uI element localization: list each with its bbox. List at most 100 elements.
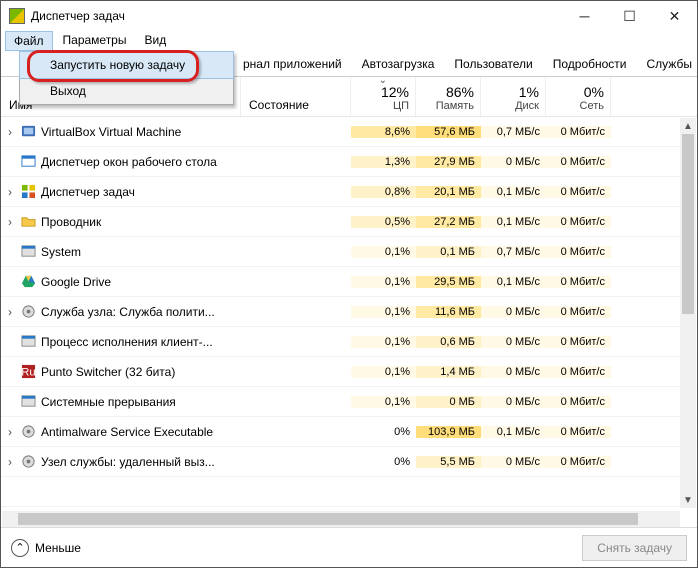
titlebar[interactable]: Диспетчер задач ─ ☐ ✕ [1,1,697,31]
tab-users[interactable]: Пользователи [444,53,542,76]
horizontal-scrollbar[interactable] [2,511,680,527]
col-state[interactable]: Состояние [241,77,351,116]
disk-cell: 0 МБ/с [481,156,546,168]
process-name: Google Drive [41,275,241,289]
cpu-cell: 0,1% [351,276,416,288]
tab-details[interactable]: Подробности [543,53,637,76]
disk-cell: 0,1 МБ/с [481,186,546,198]
cpu-cell: 8,6% [351,126,416,138]
process-icon [19,484,37,500]
network-cell: 0 Мбит/с [546,426,611,438]
scroll-thumb-v[interactable] [682,134,694,314]
vertical-scrollbar[interactable]: ▲ ▼ [680,118,696,508]
process-row[interactable]: › VirtualBox Virtual Machine 8,6%57,6 МБ0,… [1,117,697,147]
fewer-details-button[interactable]: ⌃ Меньше [11,539,81,557]
col-cpu[interactable]: ⌄ 12% ЦП [351,77,416,116]
network-cell: 0 Мбит/с [546,396,611,408]
tab-startup[interactable]: Автозагрузка [352,53,445,76]
end-task-button[interactable]: Снять задачу [582,535,687,561]
network-cell: 0 Мбит/с [546,216,611,228]
process-name: Punto Switcher (32 бита) [41,365,241,379]
memory-cell: 5,5 МБ [416,456,481,468]
network-cell: 0 Мбит/с [546,306,611,318]
memory-cell: 1,4 МБ [416,366,481,378]
process-icon [19,304,37,320]
process-icon [19,124,37,140]
disk-cell: 0 МБ/с [481,396,546,408]
process-name: Диспетчер окон рабочего стола [41,155,241,169]
expand-icon[interactable]: › [1,125,19,139]
col-memory[interactable]: 86% Память [416,77,481,116]
process-row[interactable]: ›Узел службы: удаленный выз...0%5,5 МБ0 … [1,447,697,477]
process-icon [19,394,37,410]
app-icon [9,8,25,24]
network-cell: 0 Мбит/с [546,336,611,348]
disk-cell: 0 МБ/с [481,366,546,378]
menu-file[interactable]: Файл [5,31,53,51]
disk-cell: 0,1 МБ/с [481,276,546,288]
network-cell: 0 Мбит/с [546,456,611,468]
process-row[interactable]: RuPunto Switcher (32 бита)0,1%1,4 МБ0 МБ… [1,357,697,387]
memory-cell: 57,6 МБ [416,126,481,138]
process-row[interactable] [1,477,697,507]
cpu-cell: 0% [351,426,416,438]
close-button[interactable]: ✕ [652,1,697,31]
menu-options[interactable]: Параметры [55,31,135,51]
tab-services[interactable]: Службы [637,53,698,76]
minimize-button[interactable]: ─ [562,1,607,31]
process-row[interactable]: System0,1%0,1 МБ0,7 МБ/с0 Мбит/с [1,237,697,267]
window-title: Диспетчер задач [31,9,562,23]
expand-icon[interactable]: › [1,185,19,199]
col-network[interactable]: 0% Сеть [546,77,611,116]
footer: ⌃ Меньше Снять задачу [1,527,697,567]
process-row[interactable]: Google Drive0,1%29,5 МБ0,1 МБ/с0 Мбит/с [1,267,697,297]
process-list: ›VirtualBox Virtual Machine8,6%57,6 МБ0,… [1,117,697,509]
process-row[interactable]: Системные прерывания0,1%0 МБ0 МБ/с0 Мбит… [1,387,697,417]
menu-view[interactable]: Вид [136,31,174,51]
disk-cell: 0,7 МБ/с [481,126,546,138]
scroll-up-icon[interactable]: ▲ [680,118,696,134]
col-disk[interactable]: 1% Диск [481,77,546,116]
disk-cell: 0,7 МБ/с [481,246,546,258]
network-cell: 0 Мбит/с [546,246,611,258]
tab-app-history[interactable]: рнал приложений [233,53,352,76]
scroll-thumb-h[interactable] [18,513,638,525]
process-icon [19,154,37,170]
cpu-cell: 0% [351,456,416,468]
process-row[interactable]: Диспетчер окон рабочего стола 1,3%27,9 МБ… [1,147,697,177]
process-name: Системные прерывания [41,395,241,409]
menu-item-exit[interactable]: Выход [20,78,233,104]
process-icon [19,424,37,440]
menu-item-run-new-task[interactable]: Запустить новую задачу [19,51,234,79]
svg-text:Ru: Ru [21,366,35,378]
expand-icon[interactable]: › [1,215,19,229]
process-row[interactable]: ›Диспетчер задач0,8%20,1 МБ0,1 МБ/с0 Мби… [1,177,697,207]
process-row[interactable]: Процесс исполнения клиент-...0,1%0,6 МБ0… [1,327,697,357]
expand-icon[interactable]: › [1,455,19,469]
process-name: VirtualBox Virtual Machine [41,125,241,139]
memory-cell: 27,9 МБ [416,156,481,168]
memory-cell: 20,1 МБ [416,186,481,198]
cpu-cell: 0,1% [351,396,416,408]
cpu-cell: 1,3% [351,156,416,168]
process-icon [19,214,37,230]
network-cell: 0 Мбит/с [546,126,611,138]
disk-cell: 0 МБ/с [481,336,546,348]
chevron-up-icon: ⌃ [11,539,29,557]
maximize-button[interactable]: ☐ [607,1,652,31]
scroll-down-icon[interactable]: ▼ [680,492,696,508]
process-name: Диспетчер задач [41,185,241,199]
process-row[interactable]: ›Проводник0,5%27,2 МБ0,1 МБ/с0 Мбит/с [1,207,697,237]
process-row[interactable]: ›Служба узла: Служба полити...0,1%11,6 М… [1,297,697,327]
process-icon [19,244,37,260]
process-icon [19,334,37,350]
cpu-cell: 0,5% [351,216,416,228]
expand-icon[interactable]: › [1,305,19,319]
disk-cell: 0,1 МБ/с [481,216,546,228]
process-icon: Ru [19,364,37,380]
memory-cell: 0,6 МБ [416,336,481,348]
memory-cell: 0,1 МБ [416,246,481,258]
expand-icon[interactable]: › [1,425,19,439]
process-name: Проводник [41,215,241,229]
process-row[interactable]: ›Antimalware Service Executable0%103,9 М… [1,417,697,447]
